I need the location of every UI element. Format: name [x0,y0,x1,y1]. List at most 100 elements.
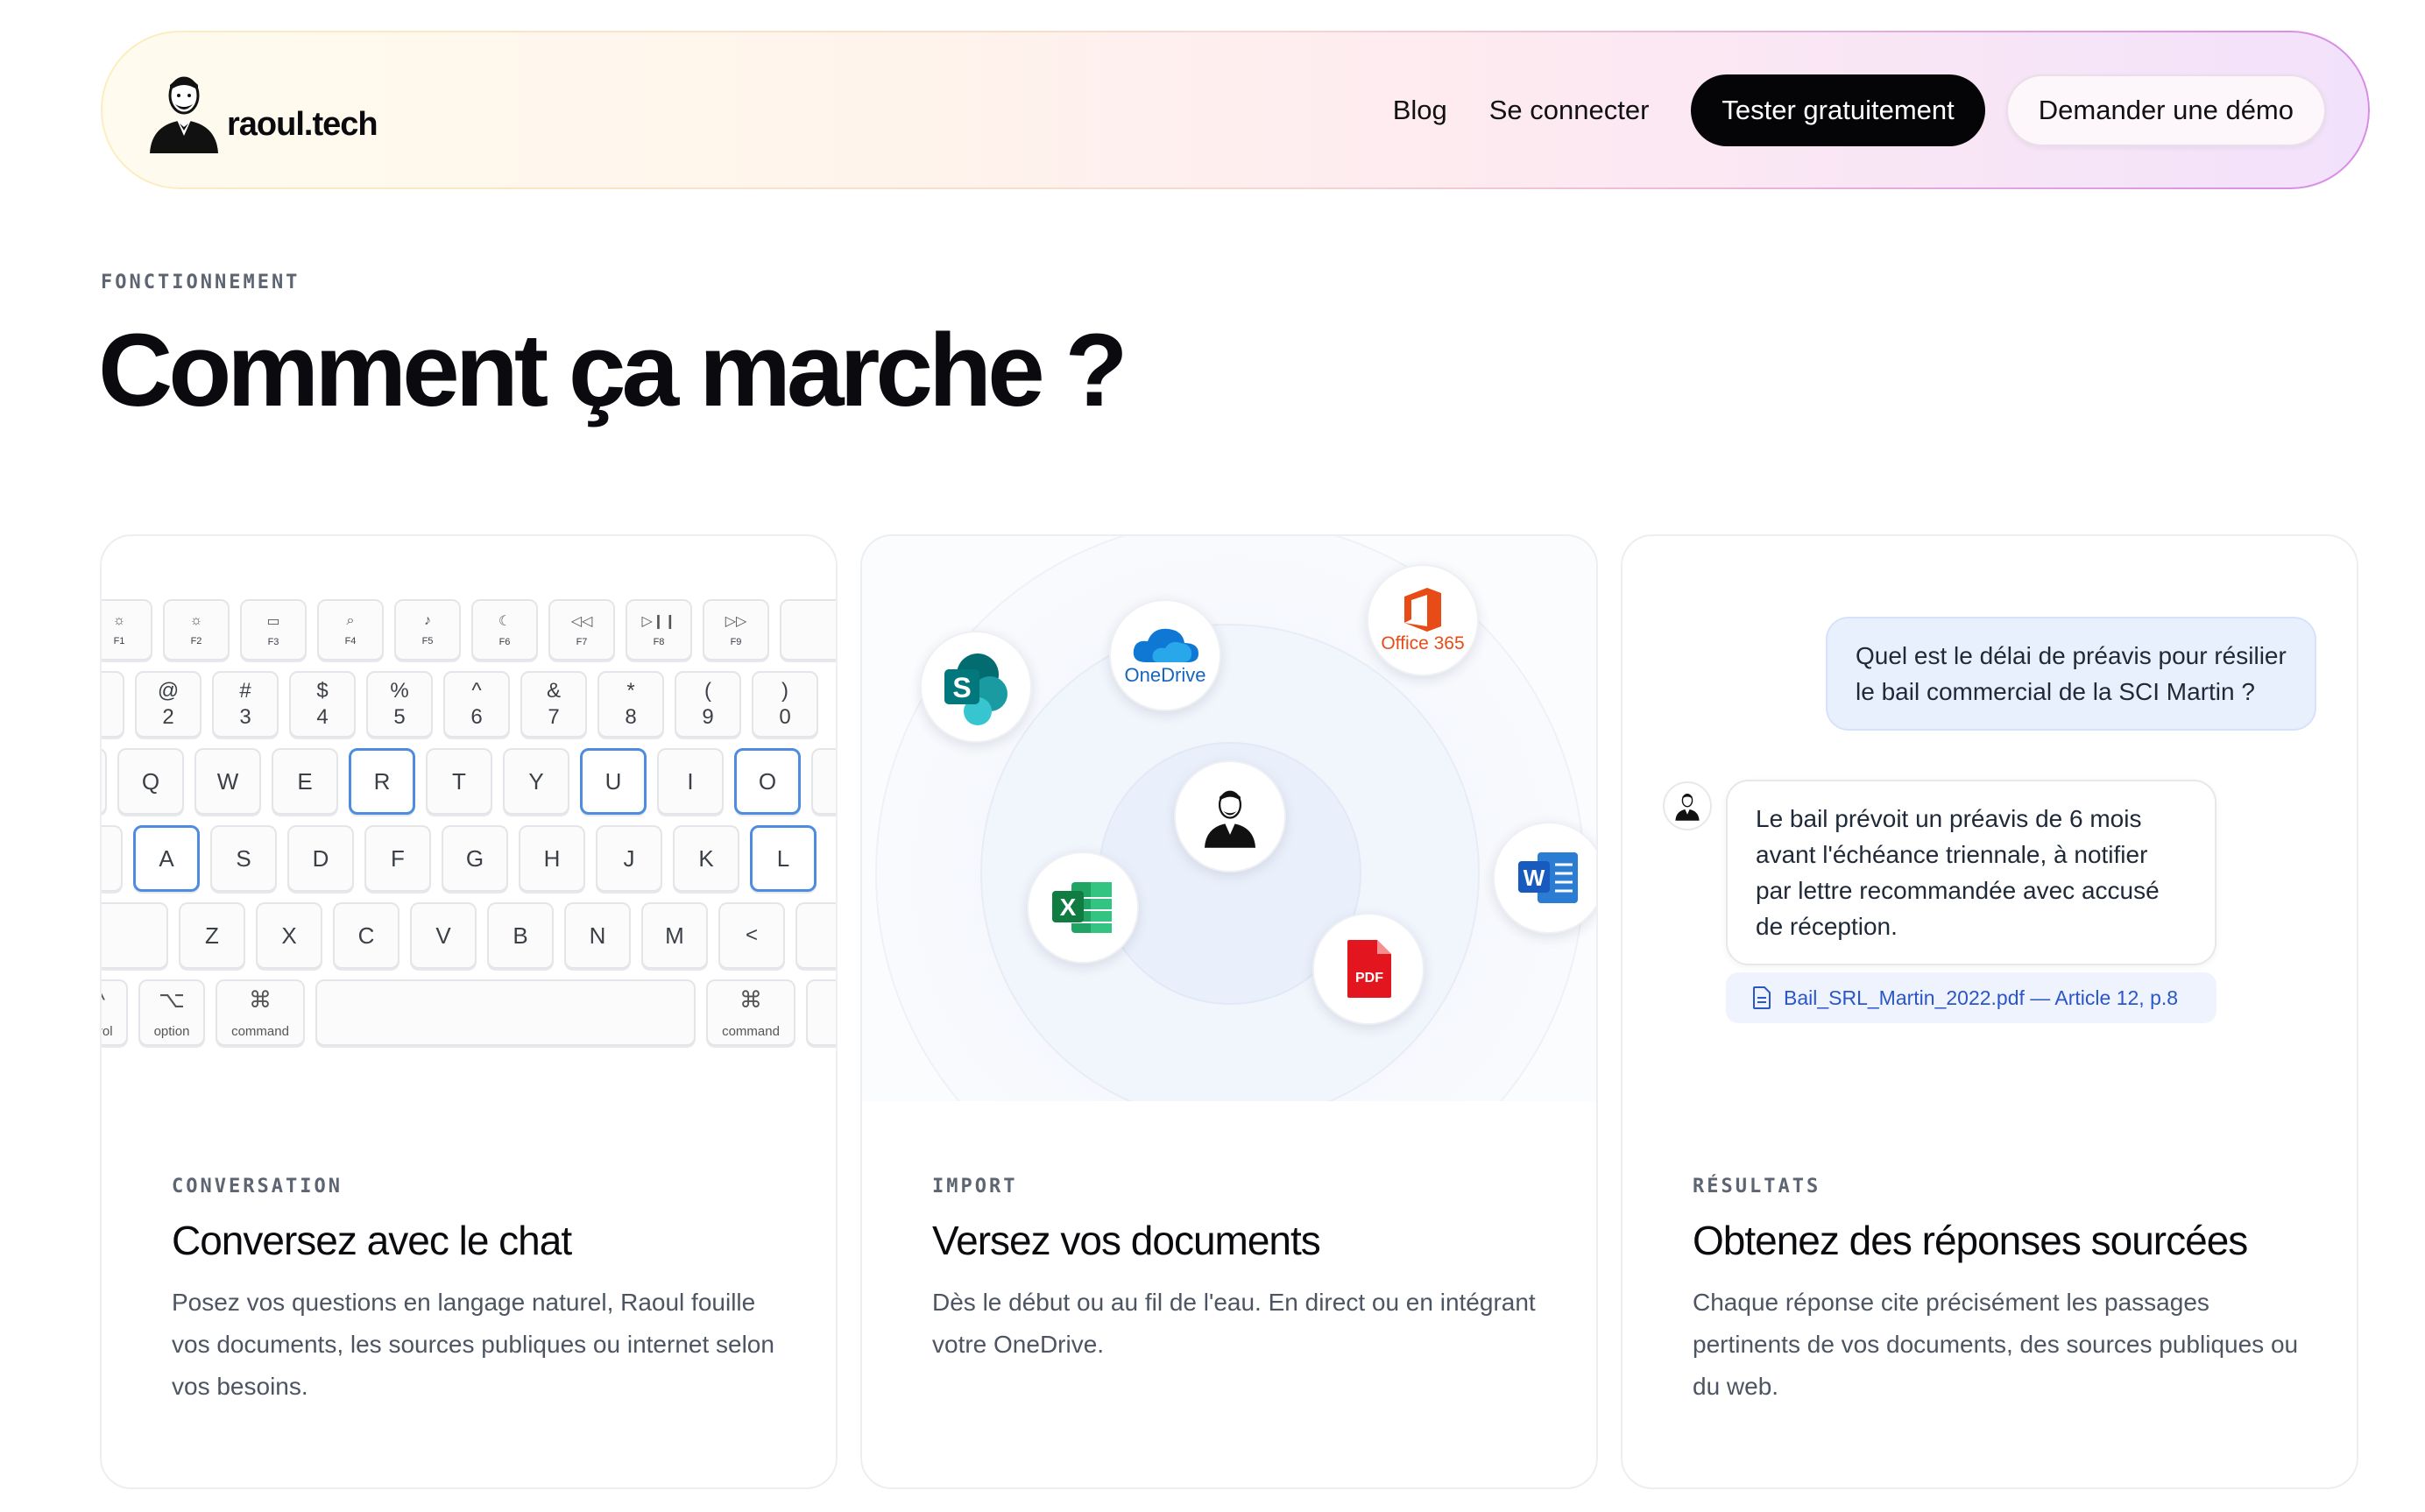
key-label: X [281,922,297,949]
office365-bubble[interactable]: Office 365 [1367,564,1479,676]
key-label: 4 [316,705,329,729]
pdf-letter: PDF [1355,971,1383,986]
raoul-avatar-icon [1204,790,1256,848]
key-1[interactable]: !1 [102,671,124,738]
key-f1[interactable]: ☼ F1 [102,599,152,661]
nav-link-login[interactable]: Se connecter [1489,95,1650,126]
key-f10[interactable] [780,599,836,661]
request-demo-button[interactable]: Demander une démo [2005,74,2326,146]
card-title: Versez vos documents [932,1218,1321,1263]
logo[interactable]: raoul.tech [146,69,378,153]
key-3[interactable]: #3 [212,671,279,738]
key-5[interactable]: % 5 [366,671,433,738]
key-shift-label: ( [704,679,711,703]
key-command-right[interactable]: ⌘ command [706,979,795,1046]
key-6[interactable]: ^ 6 [443,671,510,738]
key-f7[interactable]: ◁◁ F7 [548,599,615,661]
card-description: Dès le début ou au fil de l'eau. En dire… [932,1289,1536,1358]
key-f6[interactable]: ☾ F6 [471,599,538,661]
key-label: command [231,1024,289,1039]
key-option[interactable]: ⌥ option [138,979,205,1046]
key-space[interactable] [315,979,696,1046]
key-j[interactable]: J [596,825,662,892]
key-n[interactable]: N [564,902,631,969]
key-u[interactable]: U [580,748,647,815]
top-navbar: raoul.tech Blog Se connecter Tester grat… [101,31,2370,189]
key-4[interactable]: $4 [289,671,356,738]
key-label: S [236,844,251,872]
key-f9[interactable]: ▷▷ F9 [703,599,769,661]
fn-icon: ▷❙❙ [641,614,676,629]
key-label: I [687,767,694,795]
key-shift[interactable] [102,902,168,969]
key-z[interactable]: Z [179,902,245,969]
key-tab[interactable] [102,748,107,815]
key-f2[interactable]: ☼ F2 [163,599,230,661]
key-0[interactable]: ) 0 [752,671,818,738]
key-v[interactable]: V [410,902,477,969]
key-label: F9 [730,637,742,647]
key-b[interactable]: B [487,902,554,969]
key-l[interactable]: L [750,825,817,892]
key-f8[interactable]: ▷❙❙ F8 [626,599,692,661]
key-d[interactable]: D [287,825,354,892]
onedrive-bubble[interactable]: OneDrive [1109,599,1221,711]
key-8[interactable]: * 8 [597,671,664,738]
key-o[interactable]: O [734,748,801,815]
key-period[interactable] [795,902,836,969]
fn-icon: ◁◁ [570,614,593,629]
pdf-bubble[interactable]: PDF [1312,913,1425,1025]
key-command-left[interactable]: ⌘ command [216,979,305,1046]
key-f5[interactable]: ♪ F5 [394,599,461,661]
key-e[interactable]: E [272,748,338,815]
key-c[interactable]: C [333,902,399,969]
key-label: 6 [470,705,483,729]
key-label: K [698,844,714,872]
key-p[interactable] [811,748,836,815]
key-label: Q [141,767,160,795]
key-x[interactable]: X [256,902,322,969]
fn-icon: ♪ [424,613,431,628]
nav-link-blog[interactable]: Blog [1393,95,1447,126]
key-control[interactable]: ^ ntrol [102,979,128,1046]
key-comma[interactable]: < [718,902,785,969]
onedrive-cloud-icon [1133,628,1198,662]
keyboard-row: ^ ntrol ⌥ option ⌘ command ⌘ command [102,979,836,1046]
word-letter: W [1524,865,1545,891]
key-k[interactable]: K [673,825,739,892]
key-h[interactable]: H [519,825,585,892]
source-citation-chip[interactable]: Bail_SRL_Martin_2022.pdf — Article 12, p… [1726,972,2216,1023]
key-caps[interactable] [102,825,123,892]
key-2[interactable]: @2 [135,671,201,738]
key-t[interactable]: T [426,748,492,815]
word-bubble[interactable]: W [1493,822,1596,934]
key-m[interactable]: M [641,902,708,969]
key-option-right[interactable] [806,979,836,1046]
key-i[interactable]: I [657,748,724,815]
key-label: F5 [421,636,434,646]
key-9[interactable]: (9 [675,671,741,738]
key-f[interactable]: F [364,825,431,892]
key-label: F2 [190,636,202,646]
excel-icon: X [1052,882,1112,933]
key-r[interactable]: R [349,748,415,815]
key-w[interactable]: W [194,748,261,815]
try-free-button[interactable]: Tester gratuitement [1691,74,1985,146]
key-y[interactable]: Y [503,748,569,815]
key-q[interactable]: Q [117,748,184,815]
key-g[interactable]: G [442,825,508,892]
key-label: N [589,922,606,949]
sharepoint-bubble[interactable]: S [920,631,1032,743]
caret-up-icon: ^ [102,986,105,1014]
key-f4[interactable]: ⌕ F4 [317,599,384,661]
key-a[interactable]: A [133,825,200,892]
card-import: S OneDrive Office 365 X PDF W IMPORT Ver… [860,534,1598,1489]
key-label: 9 [702,705,714,729]
key-label: A [159,844,174,872]
key-label: F7 [576,637,588,647]
key-f3[interactable]: ▭ F3 [240,599,307,661]
key-label: < [745,923,758,947]
key-7[interactable]: & 7 [520,671,587,738]
key-s[interactable]: S [210,825,277,892]
excel-bubble[interactable]: X [1027,851,1139,964]
